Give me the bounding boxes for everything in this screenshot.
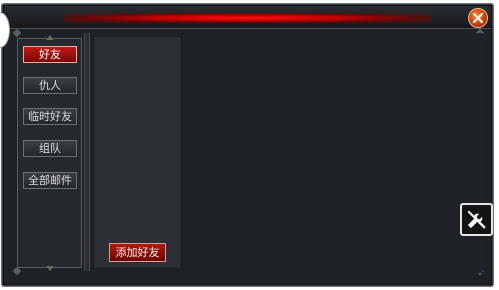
title-glow: [64, 13, 431, 23]
tab-all-mail[interactable]: 全部邮件: [23, 172, 77, 189]
scroll-down-arrow-icon[interactable]: [46, 266, 54, 271]
friend-list-panel[interactable]: [93, 36, 182, 269]
wrench-icon: [467, 210, 486, 229]
tab-enemies[interactable]: 仇人: [23, 77, 77, 94]
panel-divider: [84, 33, 90, 271]
close-button[interactable]: [468, 8, 488, 28]
tab-sidebar: 好友 仇人 临时好友 组队 全部邮件: [17, 35, 82, 271]
tab-temp-friends[interactable]: 临时好友: [23, 108, 77, 125]
tab-friends[interactable]: 好友: [23, 46, 77, 63]
content-area: [184, 33, 483, 273]
tab-team[interactable]: 组队: [23, 140, 77, 157]
title-bar: [4, 6, 491, 29]
close-icon: [472, 12, 484, 24]
add-friend-button[interactable]: 添加好友: [109, 243, 166, 262]
scroll-up-arrow-icon[interactable]: [46, 35, 54, 40]
settings-button[interactable]: [460, 203, 493, 236]
